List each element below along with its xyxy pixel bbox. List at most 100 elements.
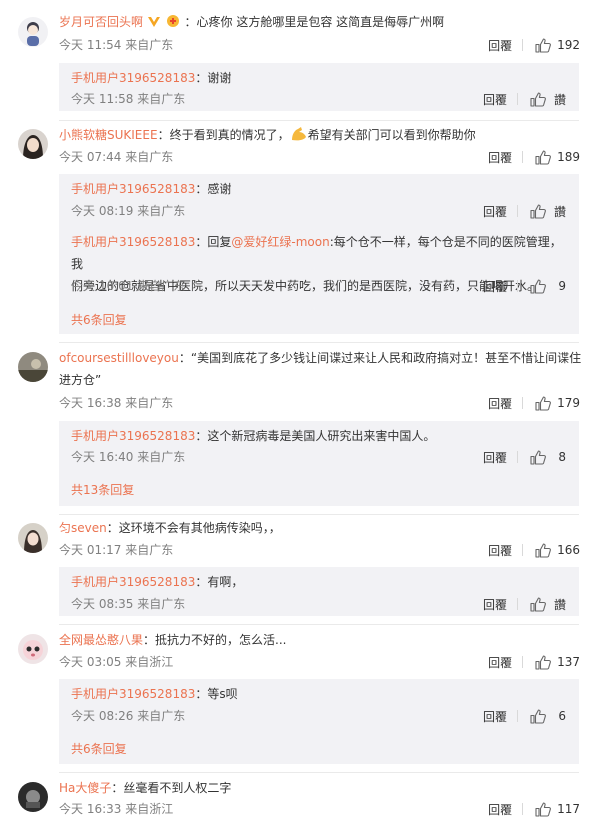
avatar[interactable]	[18, 634, 48, 664]
comment-text: Ha大傻子：丝毫看不到人权二字	[59, 781, 232, 795]
comment-meta: 今天 07:44 来自广东	[59, 150, 174, 164]
like-count[interactable]: 6	[552, 709, 566, 723]
reply-text: 手机用户3196528183：有啊，	[71, 575, 244, 589]
comment-username[interactable]: 小熊软糖SUKIEEE	[59, 128, 158, 142]
reply-button[interactable]: 回覆	[483, 449, 507, 466]
comment-actions: 回覆 166	[488, 541, 580, 559]
muscle-emoji-icon	[290, 126, 308, 149]
reply-actions: 回覆 6	[483, 707, 566, 725]
reply-button[interactable]: 回覆	[488, 395, 512, 412]
divider	[59, 342, 579, 343]
reply-username[interactable]: 手机用户3196528183	[71, 575, 195, 589]
like-count[interactable]: 讚	[552, 91, 566, 108]
reply-button[interactable]: 回覆	[488, 37, 512, 54]
divider	[59, 514, 579, 515]
reply-button[interactable]: 回覆	[488, 801, 512, 818]
reply-username[interactable]: 手机用户3196528183	[71, 235, 195, 249]
comment-username[interactable]: 匀seven	[59, 521, 107, 535]
comment-username[interactable]: ofcoursestillloveyou	[59, 351, 179, 365]
comment-actions: 回覆 137	[488, 653, 580, 671]
divider	[59, 120, 579, 121]
reply-box: 手机用户3196528183：谢谢 今天 11:58 来自广东 回覆 讚	[59, 63, 579, 111]
reply-button[interactable]: 回覆	[488, 149, 512, 166]
like-icon[interactable]	[530, 279, 546, 294]
reply-box: 手机用户3196528183：有啊， 今天 08:35 来自广东 回覆 讚	[59, 567, 579, 616]
comment-meta: 今天 01:17 来自广东	[59, 543, 174, 557]
avatar[interactable]	[18, 352, 48, 382]
like-count[interactable]: 166	[557, 543, 580, 557]
like-icon[interactable]	[530, 204, 546, 219]
reply-box: 手机用户3196528183：这个新冠病毒是美国人研究出来害中国人。 今天 16…	[59, 421, 579, 506]
like-icon[interactable]	[530, 450, 546, 465]
reply-actions: 回覆 讚	[483, 90, 566, 108]
reply-username[interactable]: 手机用户3196528183	[71, 687, 195, 701]
like-count[interactable]: 9	[552, 279, 566, 293]
like-icon[interactable]	[530, 709, 546, 724]
divider	[522, 39, 524, 51]
reply-username[interactable]: 手机用户3196528183	[71, 71, 195, 85]
avatar[interactable]	[18, 523, 48, 553]
reply-meta: 今天 08:26 来自广东	[71, 709, 186, 723]
reply-box: 手机用户3196528183：等s呗 今天 08:26 来自广东 回覆 6 共6…	[59, 679, 579, 764]
like-icon[interactable]	[530, 92, 546, 107]
reply-actions: 回覆 讚	[483, 595, 566, 613]
reply-actions: 回覆 讚	[483, 202, 566, 220]
avatar[interactable]	[18, 129, 48, 159]
like-count[interactable]: 讚	[552, 203, 566, 220]
comment-content: ：心疼你 这方舱哪里是包容 这简直是侮辱广州啊	[184, 15, 445, 29]
like-count[interactable]: 192	[557, 38, 580, 52]
more-replies-link[interactable]: 共6条回复	[71, 740, 127, 758]
reply-text: 手机用户3196528183：感谢	[71, 182, 232, 196]
comment-actions: 回覆 117	[488, 800, 580, 818]
badge-icon	[165, 13, 181, 35]
divider	[59, 624, 579, 625]
like-count[interactable]: 189	[557, 150, 580, 164]
comment-username[interactable]: 全网最怂憨八果	[59, 633, 143, 647]
reply-text: 手机用户3196528183：谢谢	[71, 71, 232, 85]
avatar[interactable]	[18, 782, 48, 812]
like-icon[interactable]	[535, 150, 551, 165]
like-count[interactable]: 137	[557, 655, 580, 669]
reply-button[interactable]: 回覆	[483, 278, 507, 295]
reply-username[interactable]: 手机用户3196528183	[71, 182, 195, 196]
reply-button[interactable]: 回覆	[488, 654, 512, 671]
reply-button[interactable]: 回覆	[488, 542, 512, 559]
like-count[interactable]: 8	[552, 450, 566, 464]
comment-text: 全网最怂憨八果：抵抗力不好的，怎么活...	[59, 633, 287, 647]
comment-actions: 回覆 179	[488, 394, 580, 412]
comment-meta: 今天 03:05 来自浙江	[59, 655, 174, 669]
like-icon[interactable]	[535, 802, 551, 817]
comment-text: 匀seven：这环境不会有其他病传染吗，，	[59, 521, 281, 535]
reply-button[interactable]: 回覆	[483, 91, 507, 108]
mention-link[interactable]: @爱好红绿-moon	[231, 235, 329, 249]
comment-text: ofcoursestillloveyou：“美国到底花了多少钱让间谍过来让人民和…	[59, 351, 582, 387]
reply-username[interactable]: 手机用户3196528183	[71, 429, 195, 443]
like-count[interactable]: 179	[557, 396, 580, 410]
reply-button[interactable]: 回覆	[483, 708, 507, 725]
reply-button[interactable]: 回覆	[483, 203, 507, 220]
more-replies-link[interactable]: 共13条回复	[71, 481, 134, 499]
verified-v-icon	[147, 13, 161, 35]
comment-text: 岁月可否回头啊 ：心疼你 这方舱哪里是包容 这简直是侮辱广州啊	[59, 11, 583, 35]
like-icon[interactable]	[535, 655, 551, 670]
like-icon[interactable]	[535, 396, 551, 411]
reply-text: 手机用户3196528183：这个新冠病毒是美国人研究出来害中国人。	[71, 429, 436, 443]
like-icon[interactable]	[535, 38, 551, 53]
reply-box: 手机用户3196528183：感谢 今天 08:19 来自广东 回覆 讚 手机用…	[59, 174, 579, 334]
reply-actions: 回覆 8	[483, 448, 566, 466]
comment-username[interactable]: Ha大傻子	[59, 781, 111, 795]
reply-meta: 今天 08:19 来自广东	[71, 204, 186, 218]
like-count[interactable]: 讚	[552, 596, 566, 613]
like-icon[interactable]	[535, 543, 551, 558]
more-replies-link[interactable]: 共6条回复	[71, 311, 127, 329]
comment-text: 小熊软糖SUKIEEE：终于看到真的情况了， 希望有关部门可以看到你帮助你	[59, 124, 583, 149]
avatar[interactable]	[18, 17, 48, 47]
reply-meta: 今天 16:40 来自广东	[71, 450, 186, 464]
comment-meta: 今天 16:33 来自浙江	[59, 802, 174, 816]
comment-username[interactable]: 岁月可否回头啊	[59, 15, 143, 29]
like-icon[interactable]	[530, 597, 546, 612]
reply-text: 手机用户3196528183：等s呗	[71, 687, 238, 701]
reply-meta: 今天 08:35 来自广东	[71, 597, 186, 611]
like-count[interactable]: 117	[557, 802, 580, 816]
reply-button[interactable]: 回覆	[483, 596, 507, 613]
